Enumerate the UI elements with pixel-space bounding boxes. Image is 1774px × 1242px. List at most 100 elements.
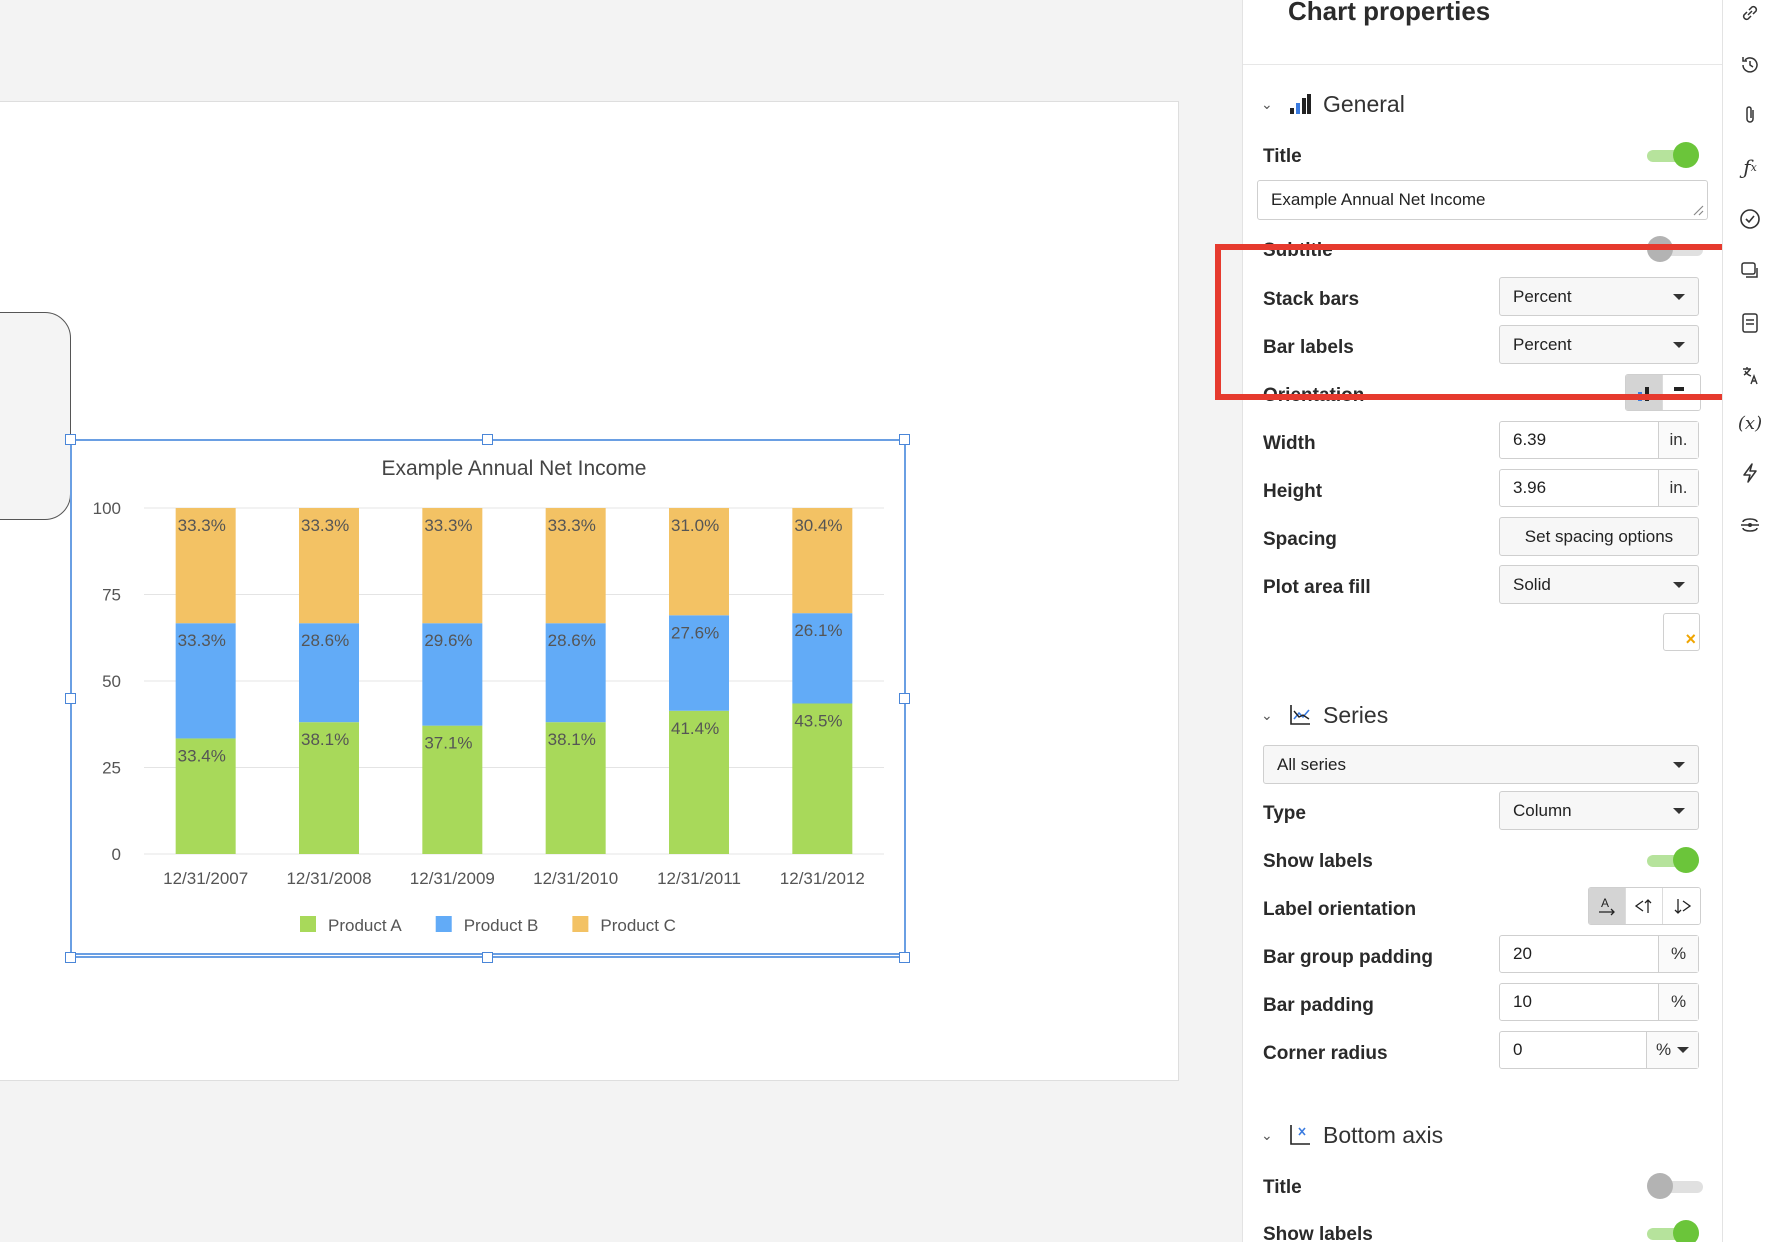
chart-title-input[interactable]: Example Annual Net Income: [1257, 180, 1708, 220]
comments-icon[interactable]: [1737, 258, 1763, 284]
resize-handle-left[interactable]: [65, 693, 76, 704]
label-vertical-button[interactable]: [1663, 888, 1700, 924]
translate-icon[interactable]: [1737, 362, 1763, 388]
resize-handle-top-right[interactable]: [899, 434, 910, 445]
panel-title: Chart properties: [1288, 0, 1491, 26]
bar-padding-value: 10: [1513, 992, 1532, 1011]
bar-data-label: 33.3%: [178, 631, 226, 650]
label-horizontal-button[interactable]: A: [1589, 888, 1626, 924]
width-input[interactable]: 6.39 in.: [1499, 421, 1699, 459]
lightning-icon[interactable]: [1737, 460, 1763, 486]
resize-handle-bottom-left[interactable]: [65, 952, 76, 963]
orientation-vertical-button[interactable]: [1626, 375, 1663, 410]
resize-handle-right[interactable]: [899, 693, 910, 704]
fill-color-swatch[interactable]: ×: [1663, 613, 1700, 651]
horizontal-bars-icon: [1673, 386, 1689, 398]
series-select[interactable]: All series: [1263, 745, 1699, 784]
height-input[interactable]: 3.96 in.: [1499, 469, 1699, 507]
chevron-down-icon: ⌄: [1261, 1126, 1273, 1143]
resize-handle-top[interactable]: [482, 434, 493, 445]
integration-icon[interactable]: [1737, 512, 1763, 538]
bar-group-padding-input[interactable]: 20 %: [1499, 935, 1699, 973]
width-label: Width: [1263, 433, 1316, 454]
x-tick-label: 12/31/2010: [533, 869, 618, 888]
width-value: 6.39: [1513, 430, 1547, 449]
orientation-toggle-group: [1625, 374, 1701, 411]
history-icon[interactable]: [1737, 52, 1763, 78]
paperclip-icon[interactable]: [1737, 102, 1763, 128]
show-labels-toggle[interactable]: [1643, 847, 1699, 873]
subtitle-toggle[interactable]: [1647, 236, 1703, 262]
bar-data-label: 33.3%: [548, 516, 596, 535]
resize-handle-bottom[interactable]: [482, 952, 493, 963]
legend-swatch: [300, 916, 316, 932]
bar-data-label: 38.1%: [548, 730, 596, 749]
variable-icon[interactable]: (x): [1737, 410, 1763, 436]
section-series-header[interactable]: ⌄ Series: [1261, 699, 1388, 731]
bar-data-label: 28.6%: [301, 631, 349, 650]
chart-title-value: Example Annual Net Income: [1271, 190, 1486, 209]
bar-data-label: 33.4%: [178, 746, 226, 765]
resize-handle-top-left[interactable]: [65, 434, 76, 445]
bar-data-label: 27.6%: [671, 623, 719, 642]
bar-data-label: 38.1%: [301, 730, 349, 749]
corner-radius-label: Corner radius: [1263, 1043, 1388, 1064]
bar-labels-select[interactable]: Percent: [1499, 325, 1699, 364]
bar-data-label: 33.3%: [301, 516, 349, 535]
bar-labels-value: Percent: [1513, 334, 1572, 354]
corner-radius-value: 0: [1513, 1040, 1523, 1059]
dropdown-caret-icon: [1673, 293, 1685, 300]
axis-title-toggle[interactable]: [1647, 1173, 1703, 1199]
chevron-down-icon: ⌄: [1261, 95, 1273, 112]
axis-icon: [1287, 1122, 1313, 1148]
check-circle-icon[interactable]: [1737, 206, 1763, 232]
height-label: Height: [1263, 481, 1323, 502]
svg-text:A: A: [1601, 896, 1609, 910]
legend-swatch: [435, 916, 452, 932]
function-icon[interactable]: ƒx: [1737, 154, 1763, 180]
bar-data-label: 29.6%: [424, 631, 472, 650]
bar-labels-label: Bar labels: [1263, 337, 1354, 358]
height-unit: in.: [1658, 470, 1698, 506]
bar-padding-label: Bar padding: [1263, 995, 1374, 1016]
bar-padding-input[interactable]: 10 %: [1499, 983, 1699, 1021]
legend-swatch: [572, 916, 589, 932]
resize-grip-icon: [1693, 205, 1704, 216]
panel-divider: [1243, 64, 1722, 65]
spacing-label: Spacing: [1263, 529, 1337, 550]
section-general-header[interactable]: ⌄ General: [1261, 88, 1405, 120]
plot-area-fill-select[interactable]: Solid: [1499, 565, 1699, 604]
subtitle-label: Subtitle: [1263, 240, 1333, 261]
bar-data-label: 41.4%: [671, 719, 719, 738]
dropdown-caret-icon: [1673, 761, 1685, 768]
document-canvas[interactable]: Example Annual Net Income 0 25 50 75 100 33.4%…: [0, 0, 1242, 1242]
corner-radius-unit-select[interactable]: %: [1646, 1032, 1698, 1068]
plot-area-fill-value: Solid: [1513, 574, 1551, 594]
chart-object[interactable]: Example Annual Net Income 0 25 50 75 100 33.4%…: [70, 439, 906, 958]
series-chart-icon: [1287, 702, 1313, 728]
orientation-horizontal-button[interactable]: [1663, 375, 1700, 410]
set-spacing-button[interactable]: Set spacing options: [1499, 517, 1699, 556]
percent-unit: %: [1658, 984, 1698, 1020]
x-tick-label: 12/31/2012: [780, 869, 865, 888]
bar-group-padding-label: Bar group padding: [1263, 947, 1433, 968]
legend-label: Product B: [464, 916, 539, 935]
corner-radius-input[interactable]: 0 %: [1499, 1031, 1699, 1069]
rounded-shape[interactable]: [0, 312, 71, 520]
label-angled-button[interactable]: [1626, 888, 1663, 924]
stack-bars-select[interactable]: Percent: [1499, 277, 1699, 316]
bar-data-label: 31.0%: [671, 516, 719, 535]
section-bottom-axis-label: Bottom axis: [1323, 1121, 1444, 1148]
link-icon[interactable]: [1737, 0, 1763, 26]
resize-handle-bottom-right[interactable]: [899, 952, 910, 963]
title-toggle[interactable]: [1643, 142, 1699, 168]
section-general-label: General: [1323, 90, 1405, 117]
series-select-value: All series: [1277, 754, 1346, 774]
series-type-select[interactable]: Column: [1499, 791, 1699, 830]
notes-icon[interactable]: [1737, 310, 1763, 336]
label-orientation-label: Label orientation: [1263, 899, 1417, 920]
axis-show-labels-toggle[interactable]: [1643, 1220, 1699, 1242]
section-bottom-axis-header[interactable]: ⌄ Bottom axis: [1261, 1119, 1443, 1151]
stack-bars-value: Percent: [1513, 286, 1572, 306]
section-series-label: Series: [1323, 701, 1389, 728]
